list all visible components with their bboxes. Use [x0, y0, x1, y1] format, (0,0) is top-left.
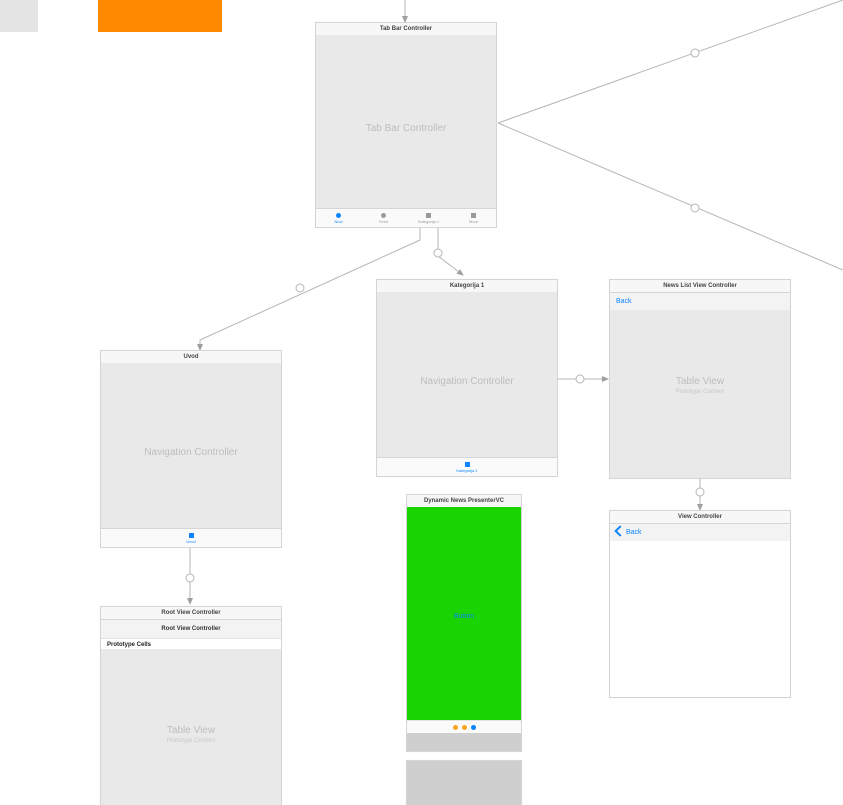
tab-icon-1	[381, 213, 386, 218]
tab-item-3[interactable]: More	[451, 209, 496, 227]
scene-nav-kategorija[interactable]: Kategorija 1 Navigation Controller Kateg…	[376, 279, 558, 477]
tab-icon	[189, 533, 194, 538]
table-view-label: Table View Prototype Content	[101, 725, 281, 744]
button[interactable]: Button	[407, 613, 521, 620]
scene-nav-uvod[interactable]: Uvod Navigation Controller Uvod	[100, 350, 282, 548]
tab-bar: Uvod	[101, 528, 281, 547]
back-button[interactable]: Back	[616, 293, 632, 311]
scene-view-controller[interactable]: View Controller Back	[609, 510, 791, 698]
back-button[interactable]: Back	[616, 524, 642, 542]
scene-root-vc[interactable]: Root View Controller Root View Controlle…	[100, 606, 282, 805]
tab-item-2[interactable]: Kategorija 1	[406, 209, 451, 227]
scene-title: News List View Controller	[610, 280, 790, 293]
page-dot-0	[453, 725, 458, 730]
scene-title: View Controller	[610, 511, 790, 524]
table-view-label: Table View Prototype Content	[610, 376, 790, 395]
tab-icon-0	[336, 213, 341, 218]
chevron-left-icon	[614, 525, 625, 536]
tab-icon-3	[471, 213, 476, 218]
page-dot-2	[471, 725, 476, 730]
center-label: Tab Bar Controller	[316, 123, 496, 134]
tab-bar: Kategorija 1	[377, 457, 557, 476]
tab-item-uvod[interactable]: Uvod	[101, 529, 281, 547]
scene-tab-bar-controller[interactable]: Tab Bar Controller Tab Bar Controller No…	[315, 22, 497, 228]
swatch-orange	[98, 0, 222, 32]
tab-item-1[interactable]: Feed	[361, 209, 406, 227]
scene-news-list[interactable]: News List View Controller Back Table Vie…	[609, 279, 791, 479]
page-indicator	[407, 720, 521, 733]
tab-item-kategorija[interactable]: Kategorija 1	[377, 458, 557, 476]
tab-icon-2	[426, 213, 431, 218]
scene-dynamic-news[interactable]: Dynamic News PresenterVC Button	[406, 494, 522, 752]
swatch-grey	[0, 0, 38, 32]
page-dot-1	[462, 725, 467, 730]
center-label: Navigation Controller	[101, 447, 281, 458]
navigation-bar: Root View Controller	[101, 620, 281, 639]
storyboard-canvas[interactable]: { "swatches": { "grey": "#e5e5e5", "oran…	[0, 0, 843, 805]
center-label: Navigation Controller	[377, 376, 557, 387]
scene-partial-bottom[interactable]	[406, 760, 522, 805]
tab-icon	[465, 462, 470, 467]
tab-bar: Novi Feed Kategorija 1 More	[316, 208, 496, 227]
scene-title: Root View Controller	[101, 607, 281, 620]
tab-item-0[interactable]: Novi	[316, 209, 361, 227]
